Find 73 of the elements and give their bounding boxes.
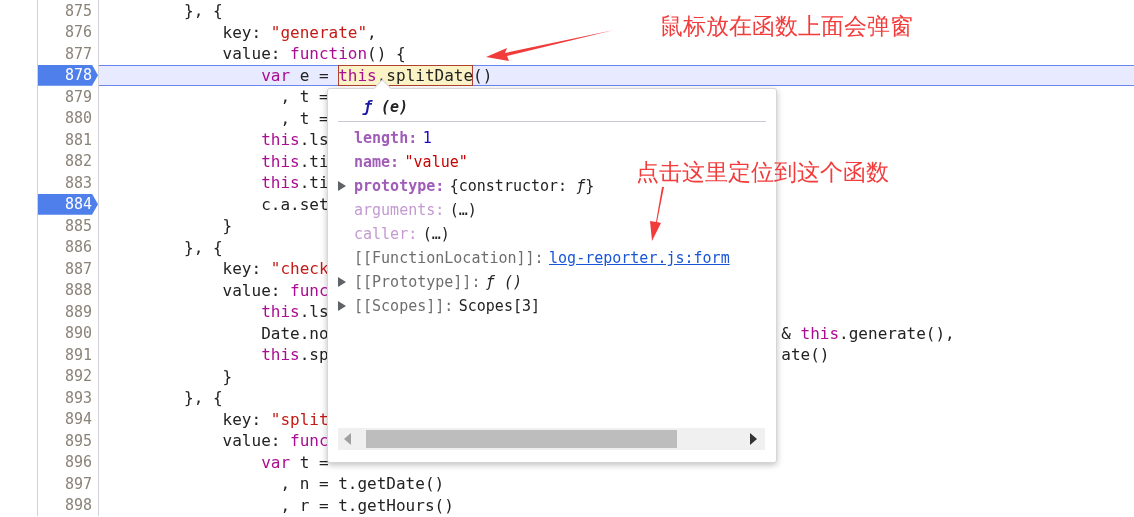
line-number[interactable]: 890 — [38, 322, 98, 344]
property-key: arguments: — [354, 201, 445, 219]
line-number[interactable]: 885 — [38, 215, 98, 237]
code-line: , r = t.getHours() — [279, 495, 454, 515]
code-line: & this.generate(), — [781, 323, 955, 343]
expand-triangle-icon[interactable] — [338, 301, 346, 311]
horizontal-scrollbar[interactable] — [338, 428, 765, 450]
line-number[interactable]: 879 — [38, 86, 98, 108]
code-line: , n = t.getDate() — [279, 474, 445, 494]
property-value: ƒ () — [485, 273, 522, 291]
code-line: }, { — [183, 388, 223, 408]
line-number[interactable]: 897 — [38, 473, 98, 495]
line-number[interactable]: 891 — [38, 344, 98, 366]
line-number[interactable]: 880 — [38, 107, 98, 129]
property-key: name: — [354, 153, 400, 171]
code-line: this.ti — [260, 173, 329, 193]
line-number[interactable]: 898 — [38, 494, 98, 516]
property-value: Scopes[3] — [458, 297, 541, 315]
code-line: Date.no — [260, 323, 329, 343]
property-key: caller: — [354, 225, 418, 243]
line-number[interactable]: 877 — [38, 43, 98, 65]
code-line: this.ls — [260, 302, 329, 322]
line-number[interactable]: 875 — [38, 0, 98, 22]
property-key: [[Prototype]]: — [354, 273, 481, 291]
property-key: [[Scopes]]: — [354, 297, 454, 315]
function-signature: ƒ (e) — [363, 98, 409, 116]
code-line: key: "generate", — [221, 22, 377, 42]
property-value: (…) — [422, 225, 450, 243]
property-value: (…) — [449, 201, 477, 219]
code-line: value: function() { — [221, 44, 406, 64]
code-line: value: func — [221, 431, 329, 451]
code-line: this.ls — [260, 130, 329, 150]
annotation-text: 鼠标放在函数上面会弹窗 — [660, 12, 913, 41]
line-number[interactable]: 892 — [38, 365, 98, 387]
breakpoint-marker[interactable]: 878 — [38, 64, 98, 86]
code-line: key: "check — [221, 259, 329, 279]
line-number[interactable]: 881 — [38, 129, 98, 151]
code-line: value: func — [221, 280, 329, 300]
property-value: 1 — [422, 129, 432, 147]
property-key: length: — [354, 129, 418, 147]
line-number[interactable]: 896 — [38, 451, 98, 473]
code-line: } — [221, 366, 233, 386]
line-number[interactable]: 883 — [38, 172, 98, 194]
code-line: }, { — [183, 237, 223, 257]
line-number[interactable]: 893 — [38, 387, 98, 409]
property-key: prototype: — [354, 177, 445, 195]
scrollbar-thumb[interactable] — [366, 430, 677, 448]
code-line: ate() — [781, 345, 830, 365]
scroll-right-icon[interactable] — [749, 433, 757, 445]
line-number[interactable]: 889 — [38, 301, 98, 323]
property-key: [[FunctionLocation]]: — [354, 249, 544, 267]
expand-triangle-icon[interactable] — [338, 181, 346, 191]
code-line: var t = — [260, 452, 329, 472]
expand-triangle-icon[interactable] — [338, 277, 346, 287]
breakpoint-marker[interactable]: 884 — [38, 193, 98, 215]
code-line: this.sp — [260, 345, 329, 365]
annotation-arrow — [650, 187, 664, 241]
code-line: key: "split — [221, 409, 329, 429]
file-link[interactable]: log-reporter.js:form — [549, 249, 730, 267]
property-value: {constructor: ƒ} — [449, 177, 595, 195]
line-number[interactable]: 888 — [38, 279, 98, 301]
code-line: c.a.set — [260, 194, 329, 214]
code-line: this.ti — [260, 151, 329, 171]
line-number[interactable]: 887 — [38, 258, 98, 280]
annotation-text: 点击这里定位到这个函数 — [636, 158, 889, 187]
property-value: "value" — [404, 153, 468, 171]
line-number[interactable]: 894 — [38, 408, 98, 430]
line-number[interactable]: 886 — [38, 236, 98, 258]
line-number[interactable]: 876 — [38, 21, 98, 43]
line-number[interactable]: 882 — [38, 150, 98, 172]
line-number[interactable]: 895 — [38, 430, 98, 452]
code-line: }, { — [183, 1, 223, 21]
code-line: } — [221, 216, 233, 236]
